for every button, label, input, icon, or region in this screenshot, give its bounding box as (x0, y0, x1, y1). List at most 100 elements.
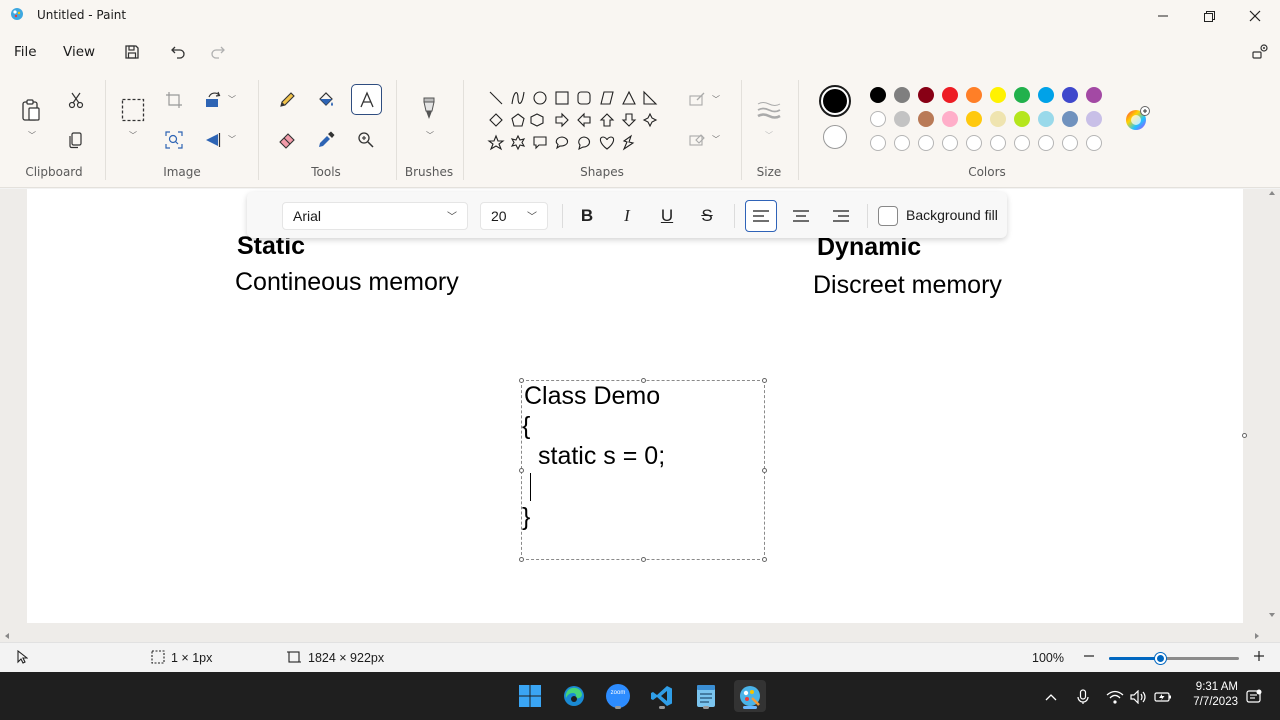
custom-color-slot[interactable] (990, 135, 1006, 151)
shape-fill-icon[interactable] (684, 127, 710, 153)
horizontal-scrollbar[interactable] (0, 626, 1264, 639)
color-swatch[interactable] (918, 87, 934, 103)
custom-color-slot[interactable] (966, 135, 982, 151)
resize-handle[interactable] (519, 557, 524, 562)
zoom-app-icon[interactable]: zoom (602, 680, 634, 712)
color-swatch[interactable] (1014, 111, 1030, 127)
menu-file[interactable]: File (14, 44, 37, 60)
custom-color-slot[interactable] (918, 135, 934, 151)
edge-browser-icon[interactable] (558, 680, 590, 712)
resize-handle[interactable] (762, 378, 767, 383)
color-swatch[interactable] (990, 87, 1006, 103)
resize-handle[interactable] (519, 468, 524, 473)
font-family-dropdown[interactable]: Arial ﹀ (282, 202, 468, 230)
custom-color-slot[interactable] (894, 135, 910, 151)
primary-color-swatch[interactable] (819, 85, 851, 117)
windows-start-icon[interactable] (514, 680, 546, 712)
select-icon[interactable] (120, 97, 146, 123)
shape-fill-chevron-icon[interactable]: ﹀ (712, 134, 720, 145)
minimize-button[interactable] (1140, 0, 1186, 32)
resize-handle[interactable] (641, 557, 646, 562)
color-swatch[interactable] (1038, 87, 1054, 103)
brush-chevron-icon[interactable]: ﹀ (426, 130, 434, 141)
rotate-icon[interactable] (200, 87, 226, 113)
color-swatch[interactable] (894, 87, 910, 103)
edit-colors-icon[interactable] (1124, 106, 1150, 132)
custom-color-slot[interactable] (1038, 135, 1054, 151)
vscode-icon[interactable] (646, 680, 678, 712)
shapes-grid[interactable] (478, 80, 670, 158)
notifications-icon[interactable] (1245, 688, 1263, 706)
font-size-dropdown[interactable]: 20 ﹀ (480, 202, 548, 230)
zoom-percent[interactable]: 100% (1032, 651, 1064, 665)
align-center-button[interactable] (786, 202, 816, 230)
rotate-chevron-icon[interactable]: ﹀ (228, 94, 236, 105)
custom-color-slot[interactable] (1086, 135, 1102, 151)
share-icon[interactable] (1248, 40, 1272, 64)
redo-icon[interactable] (206, 40, 230, 64)
align-left-button[interactable] (745, 200, 777, 232)
pencil-icon[interactable] (274, 87, 300, 113)
color-swatch[interactable] (870, 87, 886, 103)
outline-chevron-icon[interactable]: ﹀ (712, 94, 720, 105)
show-hidden-icons-chevron-icon[interactable] (1042, 688, 1060, 706)
color-swatch[interactable] (966, 111, 982, 127)
paste-icon[interactable] (18, 97, 44, 123)
color-swatch[interactable] (894, 111, 910, 127)
bold-button[interactable]: B (572, 202, 602, 230)
color-swatch[interactable] (966, 87, 982, 103)
notepad-icon[interactable] (690, 680, 722, 712)
system-clock[interactable]: 9:31 AM 7/7/2023 (1186, 680, 1238, 710)
vertical-scrollbar[interactable] (1266, 189, 1278, 619)
outline-icon[interactable] (684, 87, 710, 113)
color-swatch[interactable] (942, 87, 958, 103)
text-tool-button[interactable] (351, 84, 382, 115)
italic-button[interactable]: I (612, 202, 642, 230)
cut-icon[interactable] (63, 87, 89, 113)
magnifier-icon[interactable] (353, 127, 379, 153)
canvas-resize-handle[interactable] (1242, 433, 1247, 438)
color-swatch[interactable] (1014, 87, 1030, 103)
restore-button[interactable] (1186, 0, 1232, 32)
background-fill-checkbox[interactable] (878, 206, 898, 226)
close-button[interactable] (1232, 0, 1278, 32)
resize-handle[interactable] (762, 468, 767, 473)
select-chevron-icon[interactable]: ﹀ (129, 130, 137, 141)
custom-color-slot[interactable] (1014, 135, 1030, 151)
paint-taskbar-icon[interactable] (734, 680, 766, 712)
secondary-color-swatch[interactable] (823, 125, 847, 149)
microphone-icon[interactable] (1074, 688, 1092, 706)
color-picker-icon[interactable] (313, 127, 339, 153)
flip-icon[interactable] (200, 127, 226, 153)
wifi-icon[interactable] (1106, 688, 1124, 706)
underline-button[interactable]: U (652, 202, 682, 230)
flip-chevron-icon[interactable]: ﹀ (228, 134, 236, 145)
stroke-size-icon[interactable] (756, 97, 782, 123)
zoom-in-icon[interactable] (1253, 649, 1265, 666)
zoom-slider[interactable] (1109, 653, 1239, 664)
crop-icon[interactable] (161, 87, 187, 113)
battery-icon[interactable] (1154, 688, 1172, 706)
color-swatch[interactable] (1062, 87, 1078, 103)
color-swatch[interactable] (942, 111, 958, 127)
zoom-out-icon[interactable] (1083, 649, 1095, 666)
color-swatch[interactable] (1086, 111, 1102, 127)
strikethrough-button[interactable]: S (692, 202, 722, 230)
brush-icon[interactable] (416, 97, 442, 123)
menu-view[interactable]: View (63, 44, 95, 60)
color-swatch[interactable] (870, 111, 886, 127)
save-icon[interactable] (120, 40, 144, 64)
custom-color-slot[interactable] (870, 135, 886, 151)
copy-icon[interactable] (63, 127, 89, 153)
fill-bucket-icon[interactable] (313, 87, 339, 113)
color-swatch[interactable] (1086, 87, 1102, 103)
size-chevron-icon[interactable]: ﹀ (765, 130, 773, 141)
color-swatch[interactable] (1038, 111, 1054, 127)
paste-chevron-icon[interactable]: ﹀ (28, 130, 36, 141)
align-right-button[interactable] (826, 202, 856, 230)
color-swatch[interactable] (918, 111, 934, 127)
volume-icon[interactable] (1130, 688, 1148, 706)
color-swatch[interactable] (990, 111, 1006, 127)
eraser-icon[interactable] (274, 127, 300, 153)
zoom-slider-thumb[interactable] (1155, 653, 1166, 664)
